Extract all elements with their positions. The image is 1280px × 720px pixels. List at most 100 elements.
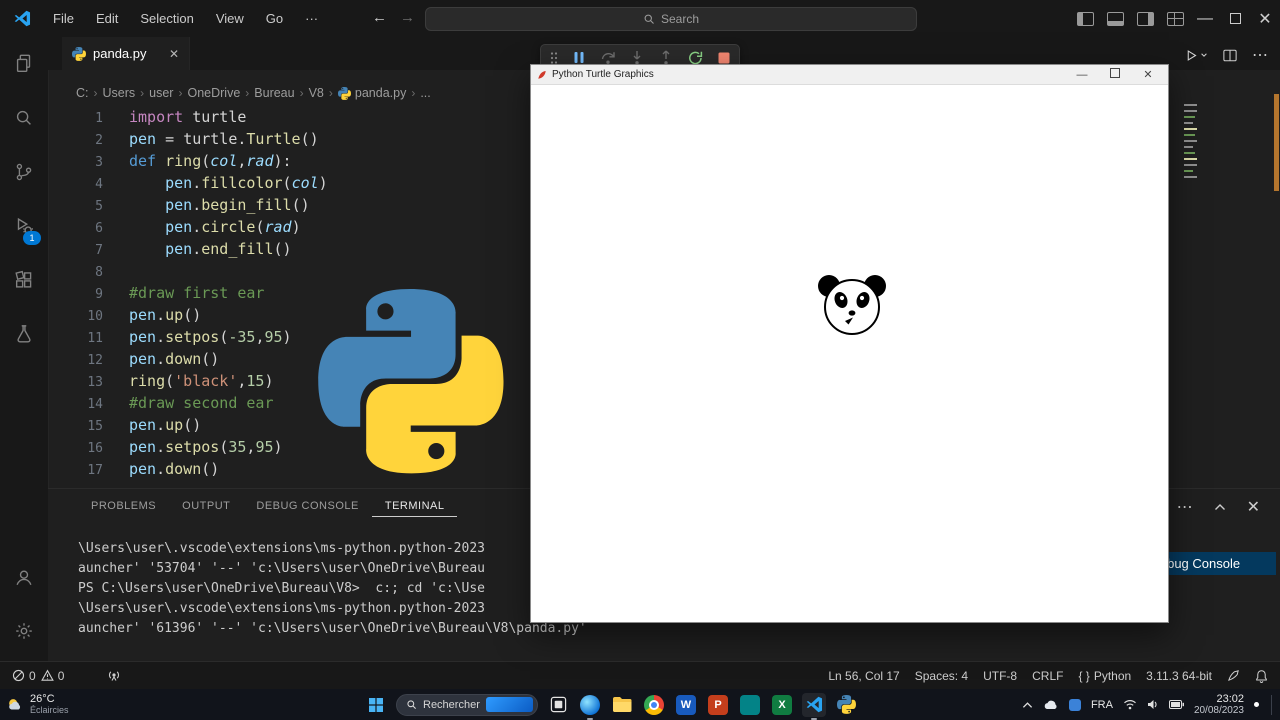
taskbar-app-explorer-icon[interactable] xyxy=(610,693,634,717)
close-button[interactable]: ✕ xyxy=(1250,0,1280,37)
notification-dot[interactable] xyxy=(1254,702,1259,707)
code-line[interactable]: 15 pen.up() xyxy=(48,414,328,436)
account-icon[interactable] xyxy=(0,550,48,604)
turtle-window-titlebar[interactable]: Python Turtle Graphics — ✕ xyxy=(531,65,1168,85)
show-desktop-strip[interactable] xyxy=(1271,694,1272,715)
code-line[interactable]: 13 ring('black',15) xyxy=(48,370,328,392)
code-line[interactable]: 3 def ring(col,rad): xyxy=(48,150,328,172)
breadcrumb-item[interactable]: OneDrive xyxy=(187,86,240,100)
taskbar-search[interactable]: Rechercher xyxy=(396,693,538,716)
taskbar-app-word-icon[interactable]: W xyxy=(674,693,698,717)
menu-item[interactable]: File xyxy=(42,11,85,26)
split-editor-icon[interactable] xyxy=(1223,49,1237,62)
taskbar-app-powerpoint-icon[interactable]: P xyxy=(706,693,730,717)
errors-indicator[interactable]: 0 xyxy=(12,669,36,683)
panel-more-icon[interactable]: ⋯ xyxy=(1177,497,1193,517)
taskbar-app-browser-icon[interactable] xyxy=(642,693,666,717)
status-extra-icon[interactable] xyxy=(1227,669,1240,682)
customize-layout-icon[interactable] xyxy=(1160,0,1190,37)
turtle-close-button[interactable]: ✕ xyxy=(1134,68,1162,81)
restart-button[interactable] xyxy=(688,50,703,65)
breadcrumb-item[interactable]: C: xyxy=(76,86,89,100)
extensions-icon[interactable] xyxy=(0,253,48,307)
taskbar-app-teal-icon[interactable] xyxy=(738,693,762,717)
taskbar-app-excel-icon[interactable]: X xyxy=(770,693,794,717)
pause-button[interactable] xyxy=(573,51,585,64)
battery-icon[interactable] xyxy=(1168,700,1184,709)
hidden-icons-chevron-icon[interactable] xyxy=(1022,701,1033,709)
breadcrumb-item[interactable]: V8 xyxy=(309,86,324,100)
language-mode[interactable]: { } Python xyxy=(1078,669,1131,683)
breadcrumb-item[interactable]: user xyxy=(149,86,173,100)
indentation[interactable]: Spaces: 4 xyxy=(915,669,968,683)
volume-icon[interactable] xyxy=(1147,699,1159,710)
forward-arrow-icon[interactable]: → xyxy=(400,9,415,26)
onedrive-cloud-icon[interactable] xyxy=(1043,699,1059,710)
cursor-position[interactable]: Ln 56, Col 17 xyxy=(828,669,899,683)
broadcast-icon[interactable] xyxy=(107,669,121,682)
panel-tab-problems[interactable]: PROBLEMS xyxy=(78,496,169,517)
eol-sequence[interactable]: CRLF xyxy=(1032,669,1063,683)
python-interpreter[interactable]: 3.11.3 64-bit xyxy=(1146,669,1212,683)
menu-item[interactable]: Edit xyxy=(85,11,129,26)
taskbar-app-v scode-icon[interactable] xyxy=(802,692,826,720)
start-button[interactable] xyxy=(364,693,388,717)
testing-flask-icon[interactable] xyxy=(0,307,48,361)
terminal-output[interactable]: \Users\user\.vscode\extensions\ms-python… xyxy=(78,539,587,639)
menu-item[interactable]: ··· xyxy=(294,11,329,26)
weather-widget[interactable]: 26°C Éclaircies xyxy=(6,693,69,716)
menu-item[interactable]: Selection xyxy=(129,11,204,26)
panel-tab-terminal[interactable]: TERMINAL xyxy=(371,496,458,517)
step-out-button[interactable] xyxy=(659,50,673,65)
toggle-secondary-sidebar-icon[interactable] xyxy=(1130,0,1160,37)
menu-item[interactable]: Go xyxy=(255,11,294,26)
back-arrow-icon[interactable]: ← xyxy=(372,9,387,26)
code-line[interactable]: 16 pen.setpos(35,95) xyxy=(48,436,328,458)
encoding[interactable]: UTF-8 xyxy=(983,669,1017,683)
turtle-minimize-button[interactable]: — xyxy=(1068,69,1096,81)
taskbar-clock[interactable]: 23:02 20/08/2023 xyxy=(1194,693,1244,717)
panel-close-icon[interactable]: ✕ xyxy=(1247,497,1260,517)
run-debug-icon[interactable]: 1 xyxy=(0,199,48,253)
turtle-graphics-window[interactable]: Python Turtle Graphics — ✕ xyxy=(530,64,1169,623)
explorer-icon[interactable] xyxy=(0,37,48,91)
code-editor[interactable]: 1 import turtle 2 pen = turtle.Turtle() 3 def… xyxy=(48,106,328,480)
warnings-indicator[interactable]: 0 xyxy=(40,669,64,683)
search-sidebar-icon[interactable] xyxy=(0,91,48,145)
taskbar-app-edge-icon[interactable] xyxy=(578,693,602,720)
code-line[interactable]: 6 pen.circle(rad) xyxy=(48,216,328,238)
code-line[interactable]: 4 pen.fillcolor(col) xyxy=(48,172,328,194)
step-into-button[interactable] xyxy=(630,50,644,65)
code-line[interactable]: 11 pen.setpos(-35,95) xyxy=(48,326,328,348)
menu-item[interactable]: View xyxy=(205,11,255,26)
drag-grip-icon[interactable] xyxy=(550,51,558,65)
code-line[interactable]: 14 #draw second ear xyxy=(48,392,328,414)
taskbar-app-python-icon[interactable] xyxy=(834,693,858,717)
more-actions-icon[interactable]: ⋯ xyxy=(1252,45,1268,65)
code-line[interactable]: 12 pen.down() xyxy=(48,348,328,370)
code-line[interactable]: 9 #draw first ear xyxy=(48,282,328,304)
task-view-icon[interactable] xyxy=(546,693,570,717)
code-line[interactable]: 8 xyxy=(48,260,328,282)
toggle-panel-icon[interactable] xyxy=(1100,0,1130,37)
tray-app-icon[interactable] xyxy=(1068,698,1081,711)
minimize-button[interactable]: — xyxy=(1190,0,1220,37)
breadcrumb-item[interactable]: ... xyxy=(420,86,430,100)
code-line[interactable]: 17 pen.down() xyxy=(48,458,328,480)
notifications-bell-icon[interactable] xyxy=(1255,669,1268,683)
command-search-box[interactable]: Search xyxy=(425,7,917,31)
minimap[interactable] xyxy=(1183,100,1199,196)
source-control-icon[interactable] xyxy=(0,145,48,199)
stop-button[interactable] xyxy=(718,52,730,64)
code-line[interactable]: 2 pen = turtle.Turtle() xyxy=(48,128,328,150)
panel-tab-output[interactable]: OUTPUT xyxy=(169,496,243,517)
turtle-maximize-button[interactable] xyxy=(1101,68,1129,81)
panel-tab-debug-console[interactable]: DEBUG CONSOLE xyxy=(243,496,371,517)
breadcrumb-item[interactable]: Bureau xyxy=(254,86,294,100)
code-line[interactable]: 10 pen.up() xyxy=(48,304,328,326)
language-indicator[interactable]: FRA xyxy=(1091,699,1113,711)
scrollbar-overview-ruler[interactable] xyxy=(1274,94,1279,191)
breadcrumb-item[interactable]: panda.py xyxy=(337,86,406,100)
toggle-sidebar-icon[interactable] xyxy=(1070,0,1100,37)
step-over-button[interactable] xyxy=(600,50,616,65)
